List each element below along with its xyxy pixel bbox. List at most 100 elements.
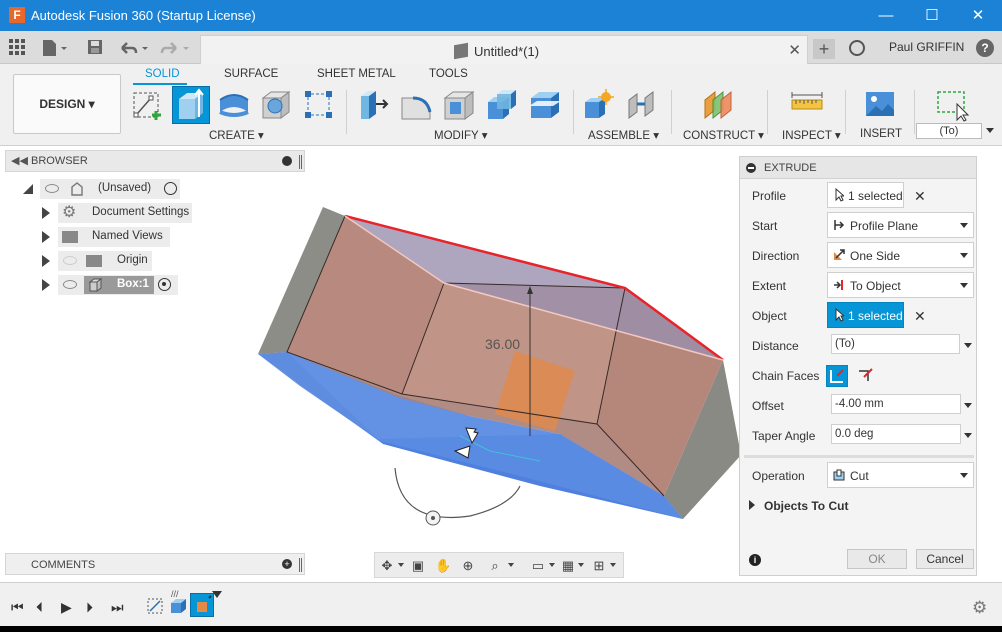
object-select-button[interactable]: 1 selected bbox=[827, 302, 904, 328]
app-grid-icon[interactable] bbox=[9, 39, 25, 57]
expand-triangle-icon[interactable] bbox=[42, 231, 50, 243]
offset-plane-icon[interactable] bbox=[701, 88, 735, 122]
chain-faces-off-button[interactable] bbox=[856, 365, 878, 387]
redo-icon[interactable] bbox=[160, 39, 192, 57]
distance-caret-icon[interactable] bbox=[964, 343, 972, 348]
dimension-label[interactable]: 36.00 bbox=[485, 336, 520, 352]
undo-icon[interactable] bbox=[118, 39, 150, 57]
profile-select-button[interactable]: 1 selected bbox=[827, 182, 904, 208]
start-dropdown[interactable]: Profile Plane bbox=[827, 212, 974, 238]
add-comment-icon[interactable]: + bbox=[282, 559, 292, 569]
timeline-marker-icon[interactable] bbox=[212, 591, 222, 598]
activate-radio-icon[interactable] bbox=[164, 182, 177, 195]
construct-group-label[interactable]: CONSTRUCT ▾ bbox=[683, 128, 764, 142]
zoom-icon[interactable]: ⊕ bbox=[460, 558, 476, 574]
maximize-button[interactable]: ☐ bbox=[909, 0, 955, 31]
fit-zoom-icon[interactable]: ⌕ bbox=[487, 558, 503, 574]
viewports-icon[interactable]: ⊞ bbox=[591, 558, 607, 574]
grid-caret[interactable] bbox=[578, 563, 584, 567]
objects-to-cut-section[interactable]: Objects To Cut bbox=[749, 499, 848, 513]
activate-radio-icon[interactable] bbox=[158, 278, 171, 291]
visibility-eye-icon[interactable] bbox=[63, 280, 77, 289]
info-icon[interactable]: i bbox=[749, 554, 761, 566]
ok-button[interactable]: OK bbox=[847, 549, 907, 569]
pin-comments-icon[interactable] bbox=[299, 558, 302, 572]
new-tab-button[interactable]: + bbox=[813, 39, 835, 59]
insert-image-icon[interactable] bbox=[864, 88, 898, 122]
combine-icon[interactable] bbox=[485, 88, 519, 122]
step-forward-icon[interactable]: ⏵ bbox=[86, 600, 93, 614]
step-back-icon[interactable]: ⏴ bbox=[36, 600, 43, 614]
tree-node-root[interactable]: (Unsaved) bbox=[20, 179, 190, 199]
offset-caret-icon[interactable] bbox=[964, 403, 972, 408]
operation-dropdown[interactable]: Cut bbox=[827, 462, 974, 488]
minimize-browser-icon[interactable] bbox=[282, 156, 292, 166]
go-to-end-icon[interactable]: ⏭ bbox=[111, 600, 124, 614]
collapse-dialog-icon[interactable] bbox=[746, 163, 756, 173]
selection-filter-field[interactable]: (To) bbox=[916, 123, 982, 139]
joint-icon[interactable] bbox=[625, 88, 659, 122]
measure-icon[interactable] bbox=[790, 88, 824, 122]
clear-profile-icon[interactable]: ✕ bbox=[914, 188, 926, 205]
orbit-caret[interactable] bbox=[398, 563, 404, 567]
tree-node-box[interactable]: Box:1 bbox=[40, 275, 200, 295]
taper-angle-input[interactable]: 0.0 deg bbox=[831, 424, 961, 444]
modify-group-label[interactable]: MODIFY ▾ bbox=[434, 128, 487, 142]
fillet-icon[interactable] bbox=[399, 88, 433, 122]
timeline-settings-gear-icon[interactable]: ⚙ bbox=[972, 599, 988, 616]
extrude-icon[interactable] bbox=[172, 86, 210, 124]
assemble-group-label[interactable]: ASSEMBLE ▾ bbox=[588, 128, 659, 142]
expand-triangle-icon[interactable] bbox=[42, 207, 50, 219]
collapse-browser-icon[interactable]: ◀◀ bbox=[11, 154, 28, 167]
workspace-switcher-button[interactable]: DESIGN ▾ bbox=[13, 74, 121, 134]
create-group-label[interactable]: CREATE ▾ bbox=[209, 128, 264, 142]
expand-triangle-icon[interactable] bbox=[42, 255, 50, 267]
play-icon[interactable]: ▶ bbox=[61, 600, 72, 614]
display-caret[interactable] bbox=[549, 563, 555, 567]
hidden-eye-icon[interactable] bbox=[63, 256, 77, 265]
save-icon[interactable] bbox=[87, 39, 103, 57]
minimize-button[interactable]: — bbox=[863, 0, 909, 31]
pan-hand-icon[interactable]: ✋ bbox=[435, 558, 451, 574]
taper-angle-caret-icon[interactable] bbox=[964, 433, 972, 438]
tree-node-document-settings[interactable]: ⚙ Document Settings bbox=[40, 203, 200, 223]
inspect-group-label[interactable]: INSPECT ▾ bbox=[782, 128, 841, 142]
close-tab-icon[interactable]: ✕ bbox=[788, 41, 801, 59]
press-pull-icon[interactable] bbox=[356, 88, 390, 122]
window-select-icon[interactable] bbox=[935, 88, 970, 122]
file-menu-icon[interactable] bbox=[41, 39, 69, 57]
chain-faces-on-button[interactable] bbox=[826, 365, 848, 387]
timeline-active-feature[interactable] bbox=[190, 593, 214, 617]
orbit-icon[interactable]: ✥ bbox=[379, 558, 395, 574]
expand-triangle-icon[interactable] bbox=[42, 279, 50, 291]
visibility-eye-icon[interactable] bbox=[45, 184, 59, 193]
shell-icon[interactable] bbox=[442, 88, 476, 122]
collapse-triangle-icon[interactable] bbox=[22, 183, 34, 195]
grid-settings-icon[interactable]: ▦ bbox=[560, 558, 576, 574]
tab-sheet-metal[interactable]: SHEET METAL bbox=[317, 68, 396, 80]
pin-browser-icon[interactable] bbox=[299, 155, 302, 169]
display-settings-icon[interactable]: ▭ bbox=[530, 558, 546, 574]
tab-surface[interactable]: SURFACE bbox=[224, 68, 278, 80]
timeline-sketch-icon[interactable] bbox=[146, 595, 166, 615]
clear-object-icon[interactable]: ✕ bbox=[914, 308, 926, 325]
user-name[interactable]: Paul GRIFFIN bbox=[889, 40, 964, 54]
select-dropdown-caret[interactable] bbox=[986, 128, 994, 133]
distance-input[interactable]: (To) bbox=[831, 334, 960, 354]
tree-node-named-views[interactable]: Named Views bbox=[40, 227, 200, 247]
create-sketch-icon[interactable] bbox=[131, 88, 165, 122]
viewports-caret[interactable] bbox=[610, 563, 616, 567]
insert-group-label[interactable]: INSERT bbox=[860, 128, 902, 140]
zoom-caret[interactable] bbox=[508, 563, 514, 567]
tab-solid[interactable]: SOLID bbox=[145, 68, 180, 80]
cancel-button[interactable]: Cancel bbox=[916, 549, 974, 569]
hole-icon[interactable] bbox=[259, 88, 293, 122]
close-window-button[interactable]: ✕ bbox=[955, 0, 1001, 31]
job-status-clock-icon[interactable] bbox=[849, 40, 865, 56]
help-icon[interactable]: ? bbox=[976, 39, 994, 57]
pattern-icon[interactable] bbox=[302, 88, 336, 122]
look-at-icon[interactable]: ▣ bbox=[410, 558, 426, 574]
split-body-icon[interactable] bbox=[528, 88, 562, 122]
offset-input[interactable]: -4.00 mm bbox=[831, 394, 961, 414]
revolve-icon[interactable] bbox=[217, 88, 251, 122]
